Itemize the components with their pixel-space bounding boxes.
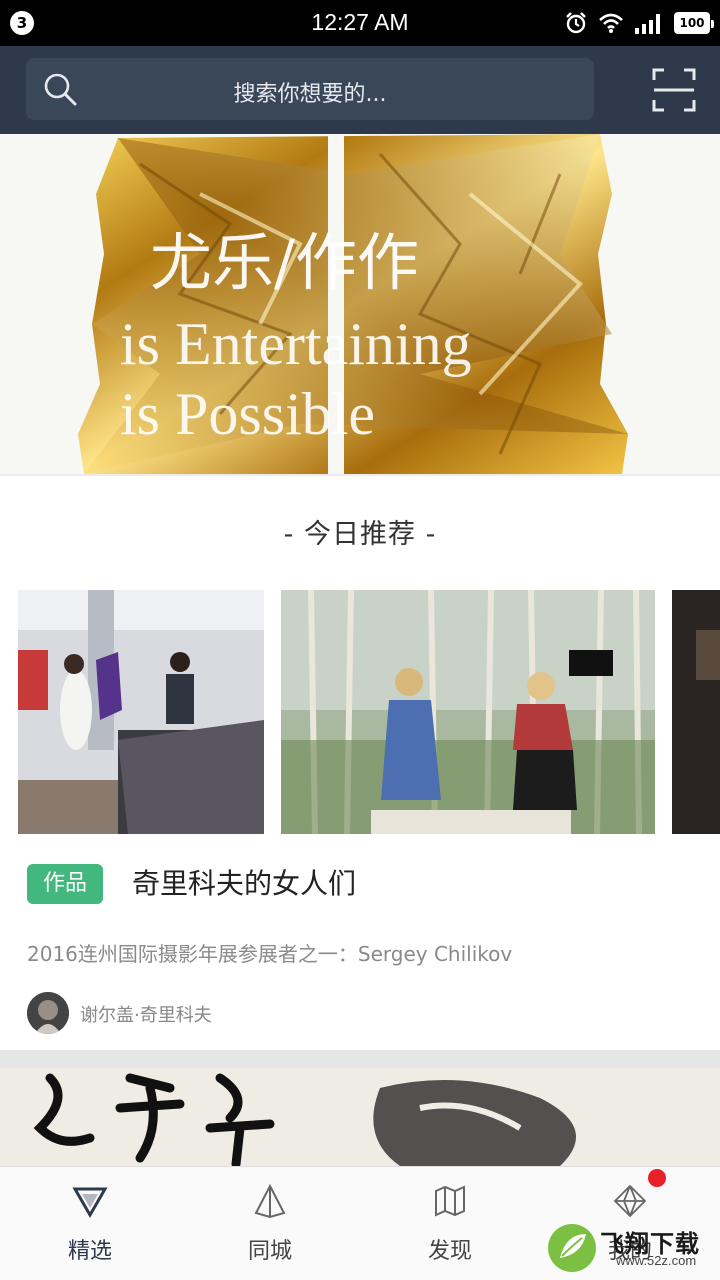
search-header: 搜索你想要的...: [0, 46, 720, 134]
watermark-leaf-icon: [548, 1224, 596, 1272]
photo-forest-image: [281, 590, 655, 834]
photo-studio-image: [18, 590, 264, 834]
work-description: 2016连州国际摄影年展参展者之一：Sergey Chilikov: [27, 942, 513, 966]
tab-label: 发现: [427, 1239, 472, 1264]
search-input[interactable]: 搜索你想要的...: [26, 58, 594, 120]
work-title[interactable]: 奇里科夫的女人们: [132, 864, 356, 904]
tab-discover[interactable]: 发现: [360, 1167, 540, 1280]
battery-indicator: 100: [674, 12, 714, 34]
recommended-photo-1[interactable]: [18, 590, 264, 834]
scan-icon[interactable]: [652, 68, 696, 112]
photo-partial-image: [672, 590, 720, 834]
work-tag-badge: 作品: [27, 864, 103, 904]
author-avatar[interactable]: [27, 992, 69, 1034]
map-icon: [435, 1185, 465, 1217]
tab-label: 精选: [67, 1239, 112, 1264]
banner-title-en-2: is Possible: [120, 381, 375, 447]
featured-banner[interactable]: 尤乐/作作 is Entertaining is Possible: [0, 134, 720, 476]
status-bar: 3 12:27 AM 100: [0, 0, 720, 46]
tab-local[interactable]: 同城: [180, 1167, 360, 1280]
notification-dot: [648, 1169, 666, 1187]
tab-featured[interactable]: 精选: [0, 1167, 180, 1280]
search-placeholder: 搜索你想要的...: [233, 82, 387, 107]
signal-icon: [635, 14, 660, 34]
section-title: - 今日推荐 -: [283, 519, 437, 550]
alarm-icon: [566, 12, 586, 34]
recommended-photo-3[interactable]: [672, 590, 720, 834]
calligraphy-image: [0, 1068, 720, 1166]
banner-title-cn: 尤乐/作作: [150, 226, 419, 299]
status-icons: 100: [564, 10, 714, 36]
watermark: 飞翔下载 www.52z.com: [546, 1220, 716, 1276]
pyramid-icon: [254, 1183, 286, 1219]
banner-art: 尤乐/作作 is Entertaining is Possible: [78, 134, 628, 476]
tab-label: 同城: [247, 1239, 292, 1264]
banner-title-en-1: is Entertaining: [120, 311, 472, 377]
next-card-preview[interactable]: [0, 1068, 720, 1166]
avatar-image: [27, 992, 69, 1034]
watermark-url: www.52z.com: [616, 1253, 697, 1268]
divider: [0, 474, 720, 476]
wifi-icon: [599, 13, 623, 33]
author-name[interactable]: 谢尔盖·奇里科夫: [80, 1001, 212, 1027]
triangle-down-icon: [72, 1187, 108, 1219]
card-separator: [0, 1050, 720, 1068]
diamond-icon: [613, 1184, 647, 1218]
recommended-photo-2[interactable]: [281, 590, 655, 834]
